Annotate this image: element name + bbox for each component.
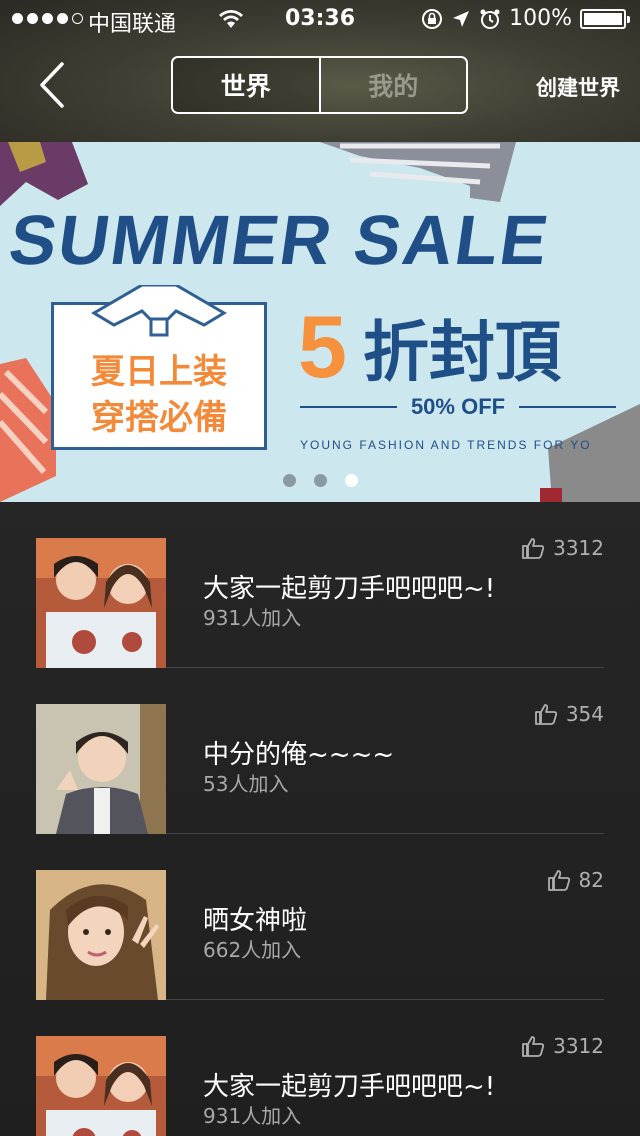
list-item[interactable]: 354 中分的俺~~~~ 53人加入 xyxy=(36,668,604,834)
thumbs-up-icon xyxy=(547,870,570,891)
page-indicator xyxy=(0,474,640,487)
world-title: 中分的俺~~~~ xyxy=(203,740,395,770)
shirt-collar-icon xyxy=(91,285,227,337)
alarm-icon xyxy=(480,9,500,29)
world-members: 931人加入 xyxy=(203,606,302,630)
like-count[interactable]: 82 xyxy=(547,868,604,892)
promo-box-line1: 夏日上装 xyxy=(91,352,227,392)
thumbs-up-icon xyxy=(522,538,545,559)
divider xyxy=(519,406,617,408)
world-title: 大家一起剪刀手吧吧吧~! xyxy=(203,1072,496,1102)
page-dot[interactable] xyxy=(313,474,327,487)
discount-text: 折封頂 xyxy=(362,314,561,391)
promo-box: 夏日上装 穿搭必備 xyxy=(51,285,267,450)
world-list: 3312 大家一起剪刀手吧吧吧~! 931人加入 354 中分的俺~~~~ 53人加入 82… xyxy=(0,502,640,1136)
world-segmented-control: 世界 我的 xyxy=(171,56,468,114)
back-button[interactable] xyxy=(34,60,74,110)
list-item[interactable]: 3312 大家一起剪刀手吧吧吧~! 931人加入 xyxy=(36,1000,604,1136)
promo-box-text: 夏日上装 穿搭必備 xyxy=(54,349,264,441)
like-count-value: 3312 xyxy=(553,536,604,560)
thumbs-up-icon xyxy=(534,704,557,725)
like-count[interactable]: 3312 xyxy=(521,1034,604,1058)
like-count-value: 3312 xyxy=(553,1034,604,1058)
battery-icon xyxy=(580,8,630,29)
world-members: 931人加入 xyxy=(203,1104,302,1128)
divider xyxy=(300,406,397,408)
list-item[interactable]: 82 晒女神啦 662人加入 xyxy=(36,834,604,1000)
like-count[interactable]: 3312 xyxy=(521,536,604,560)
like-count-value: 82 xyxy=(578,868,604,892)
list-item[interactable]: 3312 大家一起剪刀手吧吧吧~! 931人加入 xyxy=(36,502,604,668)
world-thumbnail xyxy=(36,1036,166,1136)
world-thumbnail xyxy=(36,870,166,1000)
screen: 中国联通 03:36 100% 世界 我的 创建世界 SUMMER SALE 夏… xyxy=(0,0,640,1136)
world-thumbnail xyxy=(36,704,166,834)
promo-banner[interactable]: SUMMER SALE 夏日上装 穿搭必備 5 折封頂 50% OFF YOUN… xyxy=(0,142,640,502)
status-right: 100% xyxy=(421,6,630,31)
banner-tagline: YOUNG FASHION AND TRENDS FOR YO xyxy=(300,438,592,452)
tab-mine[interactable]: 我的 xyxy=(321,58,467,112)
world-title: 大家一起剪刀手吧吧吧~! xyxy=(203,574,496,604)
world-title: 晒女神啦 xyxy=(203,906,308,936)
thumbs-up-icon xyxy=(522,1036,545,1057)
percent-off-label: 50% OFF xyxy=(410,394,506,419)
banner-title: SUMMER SALE xyxy=(4,201,555,279)
status-bar: 中国联通 03:36 100% xyxy=(0,0,640,40)
chevron-left-icon xyxy=(40,62,64,108)
like-count-value: 354 xyxy=(565,702,604,726)
tab-world[interactable]: 世界 xyxy=(173,58,321,112)
world-members: 662人加入 xyxy=(203,938,302,962)
create-world-button[interactable]: 创建世界 xyxy=(536,72,620,102)
promo-box-line2: 穿搭必備 xyxy=(91,398,227,438)
world-members: 53人加入 xyxy=(203,772,289,796)
page-dot[interactable] xyxy=(282,474,296,487)
top-header: 中国联通 03:36 100% 世界 我的 创建世界 xyxy=(0,0,640,142)
page-dot[interactable] xyxy=(344,474,358,487)
rotation-lock-icon xyxy=(422,8,443,29)
discount-number: 5 xyxy=(298,297,347,396)
like-count[interactable]: 354 xyxy=(534,702,604,726)
location-arrow-icon xyxy=(453,10,470,27)
percent-off-row: 50% OFF xyxy=(300,394,617,420)
discount-headline: 5 折封頂 xyxy=(298,296,561,398)
battery-percent: 100% xyxy=(509,6,572,31)
world-thumbnail xyxy=(36,538,166,668)
